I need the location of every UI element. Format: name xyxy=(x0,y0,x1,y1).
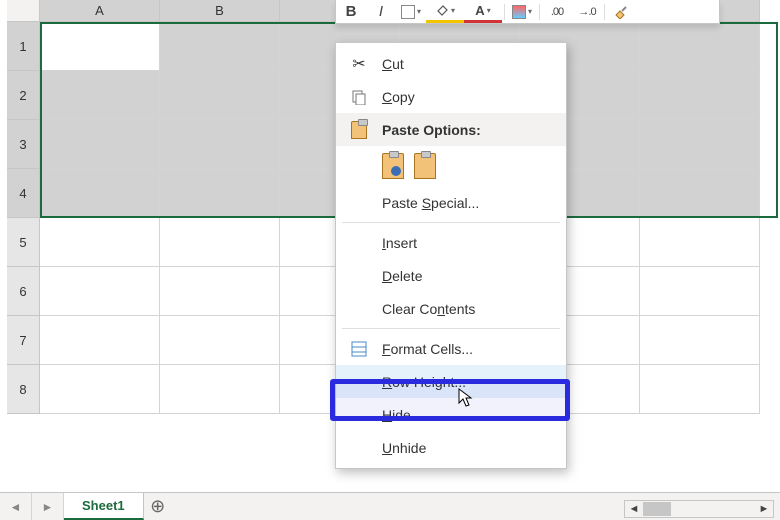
format-cells-icon xyxy=(336,341,382,357)
col-header-B[interactable]: B xyxy=(160,0,280,22)
menu-copy[interactable]: Copy xyxy=(336,80,566,113)
cell-A6[interactable] xyxy=(40,267,160,316)
row-header-5[interactable]: 5 xyxy=(7,218,40,267)
cell-B8[interactable] xyxy=(160,365,280,414)
row-header-2[interactable]: 2 xyxy=(7,71,40,120)
cell-A7[interactable] xyxy=(40,316,160,365)
menu-paste-special[interactable]: Paste Special... xyxy=(336,186,566,219)
cell-B6[interactable] xyxy=(160,267,280,316)
cell-A3[interactable] xyxy=(40,120,160,169)
menu-cut[interactable]: ✂ Cut xyxy=(336,47,566,80)
scroll-left-icon[interactable]: ◄ xyxy=(625,501,643,517)
cell-A1[interactable] xyxy=(40,22,160,71)
decrease-decimal-button[interactable]: →.0 xyxy=(572,0,602,23)
tab-nav-next[interactable]: ► xyxy=(32,493,64,520)
row-header-1[interactable]: 1 xyxy=(7,22,40,71)
cell-F6[interactable] xyxy=(640,267,760,316)
copy-icon xyxy=(336,89,382,105)
cell-styles-button[interactable]: ▾ xyxy=(507,0,537,23)
menu-unhide[interactable]: Unhide xyxy=(336,431,566,464)
cell-B5[interactable] xyxy=(160,218,280,267)
paste-option-standard[interactable] xyxy=(382,153,404,179)
cell-A8[interactable] xyxy=(40,365,160,414)
format-painter-button[interactable] xyxy=(607,0,637,23)
tab-nav-prev[interactable]: ◄ xyxy=(0,493,32,520)
cell-A2[interactable] xyxy=(40,71,160,120)
context-menu: ✂ Cut Copy Paste Options: Paste Special.… xyxy=(335,42,567,469)
horizontal-scrollbar[interactable]: ◄ ► xyxy=(624,500,774,518)
menu-clear-contents[interactable]: Clear Contents xyxy=(336,292,566,325)
cell-B4[interactable] xyxy=(160,169,280,218)
menu-separator xyxy=(342,328,560,329)
cell-F5[interactable] xyxy=(640,218,760,267)
menu-paste-options-header: Paste Options: xyxy=(336,113,566,146)
paint-bucket-icon xyxy=(435,3,449,17)
paste-icon xyxy=(336,121,382,139)
menu-format-cells[interactable]: Format Cells... xyxy=(336,332,566,365)
fill-color-button[interactable]: ▾ xyxy=(426,0,464,23)
paste-options-row xyxy=(336,146,566,186)
paste-option-values[interactable] xyxy=(414,153,436,179)
scroll-thumb[interactable] xyxy=(643,502,671,516)
cut-icon: ✂ xyxy=(336,54,382,74)
cell-F4[interactable] xyxy=(640,169,760,218)
cell-B3[interactable] xyxy=(160,120,280,169)
row-header-7[interactable]: 7 xyxy=(7,316,40,365)
scroll-right-icon[interactable]: ► xyxy=(755,501,773,517)
add-sheet-button[interactable]: ⊕ xyxy=(144,493,172,520)
cell-B1[interactable] xyxy=(160,22,280,71)
row-header-4[interactable]: 4 xyxy=(7,169,40,218)
cell-F7[interactable] xyxy=(640,316,760,365)
cell-A5[interactable] xyxy=(40,218,160,267)
font-color-button[interactable]: A▾ xyxy=(464,0,502,23)
row-header-8[interactable]: 8 xyxy=(7,365,40,414)
menu-delete[interactable]: Delete xyxy=(336,259,566,292)
bold-button[interactable]: B xyxy=(336,0,366,23)
cell-F1[interactable] xyxy=(640,22,760,71)
col-header-A[interactable]: A xyxy=(40,0,160,22)
increase-decimal-button[interactable]: .00 xyxy=(542,0,572,23)
cell-F3[interactable] xyxy=(640,120,760,169)
border-button[interactable]: ▾ xyxy=(396,0,426,23)
paint-brush-icon xyxy=(614,5,630,19)
cell-F8[interactable] xyxy=(640,365,760,414)
sheet-tab-active[interactable]: Sheet1 xyxy=(64,493,144,520)
cell-A4[interactable] xyxy=(40,169,160,218)
menu-separator xyxy=(342,222,560,223)
select-all-corner[interactable] xyxy=(7,0,40,22)
scroll-track[interactable] xyxy=(643,501,755,517)
menu-hide[interactable]: Hide xyxy=(336,398,566,431)
cell-B7[interactable] xyxy=(160,316,280,365)
italic-button[interactable]: I xyxy=(366,0,396,23)
cell-F2[interactable] xyxy=(640,71,760,120)
row-header-3[interactable]: 3 xyxy=(7,120,40,169)
row-header-6[interactable]: 6 xyxy=(7,267,40,316)
menu-insert[interactable]: Insert xyxy=(336,226,566,259)
menu-row-height[interactable]: Row Height... xyxy=(336,365,566,398)
mini-toolbar: B I ▾ ▾ A▾ ▾ .00 →.0 xyxy=(335,0,720,24)
cell-B2[interactable] xyxy=(160,71,280,120)
